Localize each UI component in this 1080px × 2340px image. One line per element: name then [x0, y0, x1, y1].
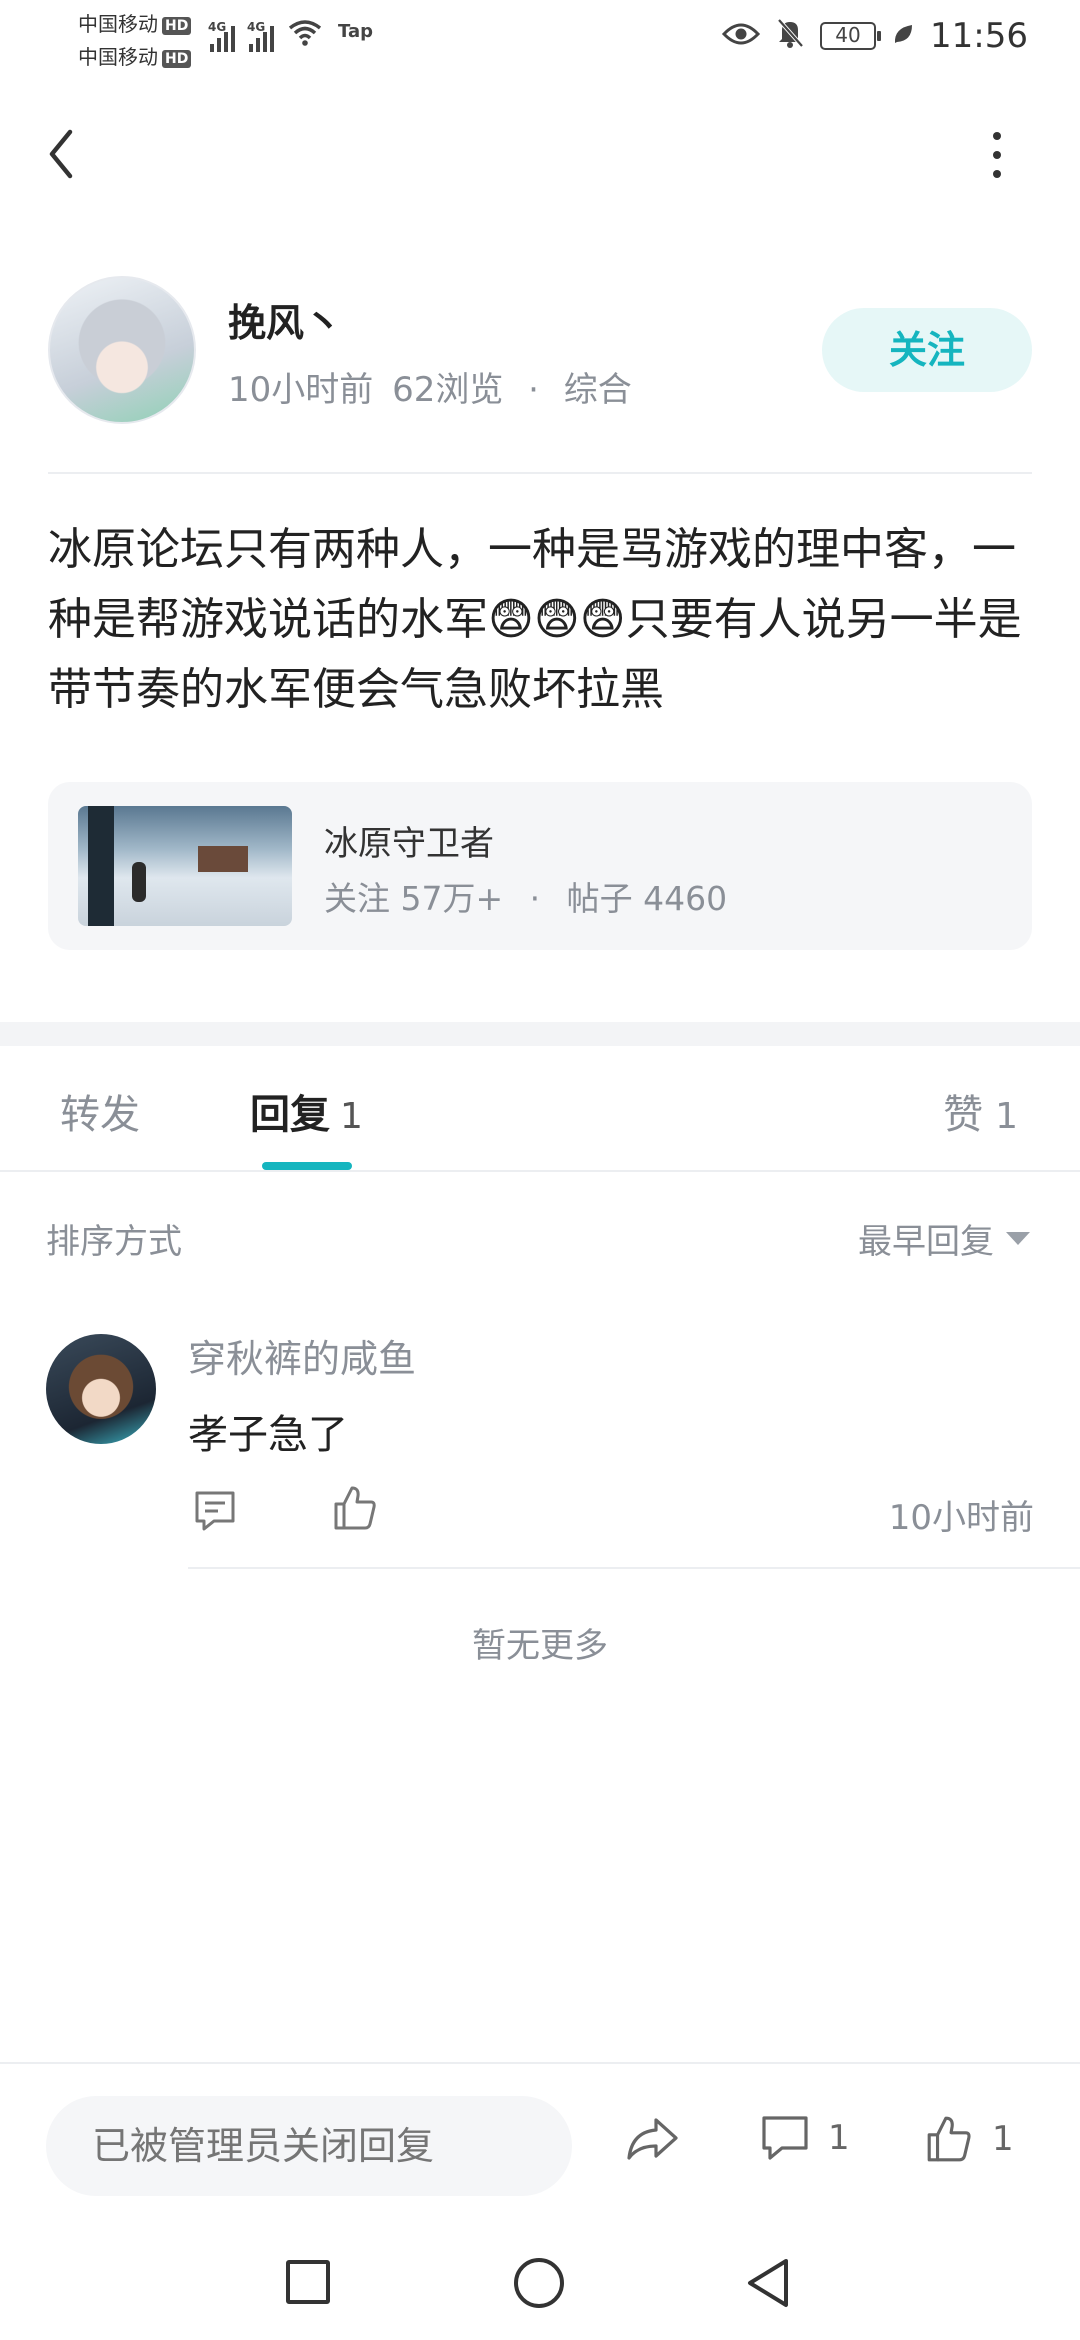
post-views: 62浏览	[392, 370, 504, 410]
reply-icon[interactable]	[192, 1488, 238, 1534]
section-divider	[0, 1022, 1080, 1046]
sort-selected: 最早回复	[858, 1222, 994, 1262]
system-nav-bar	[0, 2226, 1080, 2340]
comment-button[interactable]: 1	[760, 2114, 850, 2162]
tab-like-label: 赞	[943, 1092, 984, 1138]
like-count: 1	[992, 2119, 1014, 2159]
tap-badge: Tap	[338, 21, 373, 42]
tab-like[interactable]: 赞1	[943, 1082, 1018, 1140]
leaf-icon	[892, 20, 914, 53]
comment-count: 1	[828, 2118, 850, 2158]
game-card[interactable]: 冰原守卫者 关注 57万+ · 帖子 4460	[48, 782, 1032, 950]
divider	[188, 1567, 1080, 1569]
comment-like-button[interactable]	[332, 1484, 378, 1532]
more-vertical-icon	[993, 132, 1001, 140]
follow-button[interactable]: 关注	[822, 308, 1032, 392]
status-right: 40 11:56	[721, 14, 1028, 58]
post-category[interactable]: 综合	[564, 370, 632, 410]
recent-apps-button[interactable]	[286, 2260, 330, 2304]
bottom-action-bar: 1 1	[0, 2062, 1080, 2224]
thumbs-up-icon	[334, 1486, 376, 1530]
author-name[interactable]: 挽风丶	[228, 292, 342, 347]
carrier-info: 中国移动 HD 中国移动 HD	[78, 8, 192, 74]
game-name: 冰原守卫者	[324, 824, 494, 864]
tab-reply[interactable]: 回复 1	[250, 1082, 363, 1140]
home-button[interactable]	[514, 2258, 564, 2308]
sort-label: 排序方式	[46, 1222, 182, 1262]
game-thumbnail	[78, 806, 292, 926]
thumbs-up-icon	[927, 2116, 971, 2162]
game-stats: 关注 57万+ · 帖子 4460	[324, 872, 727, 920]
like-button[interactable]: 1	[924, 2114, 1014, 2164]
carrier-2: 中国移动	[78, 45, 158, 69]
commenter-avatar[interactable]	[46, 1334, 156, 1444]
network-type-1: 4G	[208, 20, 227, 34]
eye-icon	[721, 20, 761, 53]
share-icon	[627, 2118, 678, 2160]
clock: 11:56	[930, 16, 1028, 56]
chevron-left-icon	[49, 129, 73, 179]
divider	[0, 1170, 1080, 1172]
carrier-1: 中国移动	[78, 12, 158, 36]
wifi-icon	[288, 18, 322, 52]
signal-icon: 4G	[247, 20, 274, 52]
caret-down-icon	[1006, 1232, 1030, 1245]
no-more-text: 暂无更多	[472, 1626, 608, 1666]
author-avatar[interactable]	[48, 276, 196, 424]
game-posts: 帖子 4460	[566, 879, 728, 918]
network-type-2: 4G	[247, 20, 266, 34]
tab-like-count: 1	[995, 1096, 1018, 1137]
post-time: 10小时前	[228, 370, 374, 410]
mute-bell-icon	[776, 18, 804, 55]
signal-indicators: 4G 4G Tap	[208, 18, 373, 52]
divider	[48, 472, 1032, 474]
status-bar: 中国移动 HD 中国移动 HD 4G 4G Tap 40 11:56	[0, 0, 1080, 72]
comment-time: 10小时前	[888, 1498, 1034, 1538]
stats-separator: ·	[529, 879, 541, 918]
comment-text: 孝子急了	[188, 1412, 348, 1458]
battery-icon: 40	[820, 22, 882, 50]
triangle-back-icon	[748, 2259, 788, 2307]
game-followers: 关注 57万+	[324, 879, 504, 918]
signal-icon: 4G	[208, 20, 235, 52]
tab-reply-count: 1	[340, 1096, 363, 1137]
comment-icon	[762, 2116, 808, 2160]
share-button[interactable]	[624, 2114, 680, 2164]
post-meta: 10小时前 62浏览 · 综合	[228, 362, 632, 411]
meta-separator: ·	[528, 370, 539, 410]
back-button[interactable]	[40, 124, 90, 184]
hd-badge: HD	[162, 16, 192, 35]
sort-dropdown[interactable]: 最早回复	[858, 1214, 1030, 1263]
tab-forward[interactable]: 转发	[60, 1082, 140, 1140]
active-tab-indicator	[262, 1162, 352, 1170]
post-content: 冰原论坛只有两种人，一种是骂游戏的理中客，一种是帮游戏说话的水军😨😨😨只要有人说…	[48, 524, 1022, 715]
tab-reply-label: 回复	[250, 1092, 330, 1138]
system-back-button[interactable]	[744, 2256, 794, 2310]
reply-input[interactable]	[46, 2096, 572, 2196]
hd-badge: HD	[162, 49, 192, 68]
commenter-name[interactable]: 穿秋裤的咸鱼	[188, 1328, 416, 1383]
more-options-button[interactable]	[990, 132, 1004, 178]
